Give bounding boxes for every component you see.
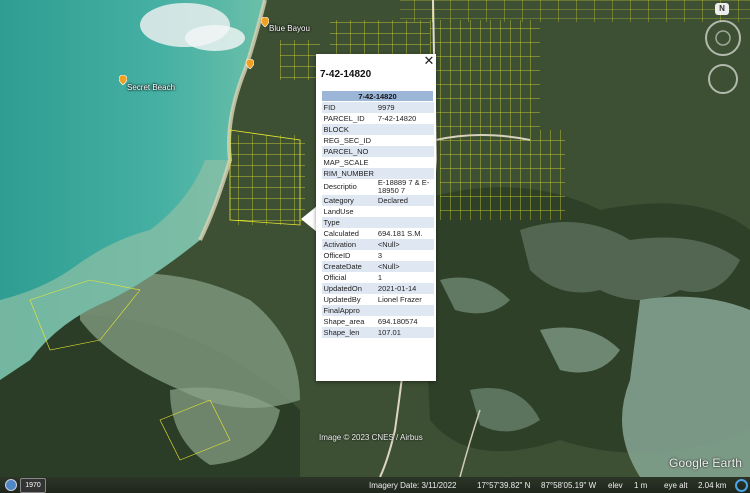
attribute-key: Type [321,217,376,228]
attribute-key: Shape_len [321,327,376,338]
place-marker-icon[interactable] [261,17,269,27]
status-bar: 1970 Imagery Date: 3/11/2022 17°57'39.82… [0,477,750,493]
attribute-row: Activation <Null> [321,239,434,250]
attribute-key: FID [321,101,376,113]
attribute-value [375,217,434,228]
attribute-value: 3 [375,250,434,261]
balloon-title: 7-42-14820 [320,69,372,80]
attribute-row: Calculated 694.181 S.M. [321,228,434,239]
attribute-row: FinalAppro [321,305,434,316]
attribute-key: CreateDate [321,261,376,272]
attribute-value: E-18889 7 & E-18950 7 [375,179,434,195]
attribute-row: Descriptio E-18889 7 & E-18950 7 [321,179,434,195]
attribute-value: 9979 [375,101,434,113]
historical-imagery-button[interactable]: 1970 [20,478,46,493]
attribute-row: FID 9979 [321,101,434,113]
attribute-value: 2021-01-14 [375,283,434,294]
attribute-row: LandUse [321,206,434,217]
clock-icon[interactable] [5,479,17,491]
attribute-row: MAP_SCALE [321,157,434,168]
google-earth-logo: Google Earth [669,456,743,470]
elevation-label: elev [608,481,623,490]
attribute-table-header: 7-42-14820 [321,90,434,102]
balloon-pointer [301,206,317,232]
attribute-table: 7-42-14820 FID 9979 PARCEL_ID 7-42-14820 BLO… [321,90,434,338]
attribute-value [375,124,434,135]
attribute-value: 694.180574 [375,316,434,327]
attribute-value: 1 [375,272,434,283]
parcel-info-balloon: ✕ 7-42-14820 7-42-14820 FID 9979 PARCEL_ID… [316,54,436,381]
attribute-key: RIM_NUMBER [321,168,376,179]
attribute-key: Calculated [321,228,376,239]
attribute-row: UpdatedOn 2021-01-14 [321,283,434,294]
attribute-value: <Null> [375,261,434,272]
place-label[interactable]: Blue Bayou [269,24,310,33]
attribute-key: Shape_area [321,316,376,327]
imagery-date: Imagery Date: 3/11/2022 [369,481,457,490]
attribute-value: <Null> [375,239,434,250]
attribute-key: UpdatedBy [321,294,376,305]
attribute-value: 694.181 S.M. [375,228,434,239]
attribute-key: LandUse [321,206,376,217]
attribute-row: PARCEL_ID 7-42-14820 [321,113,434,124]
eye-altitude-value: 2.04 km [698,481,727,490]
attribute-row: REG_SEC_ID [321,135,434,146]
attribute-key: OfficeID [321,250,376,261]
attribute-row: BLOCK [321,124,434,135]
attribute-value [375,146,434,157]
attribute-value [375,305,434,316]
longitude-readout: 87°58'05.19" W [541,481,597,490]
attribute-key: BLOCK [321,124,376,135]
eye-altitude-label: eye alt [664,481,688,490]
attribute-value: Declared [375,195,434,206]
loading-indicator-icon [735,479,748,492]
attribute-value [375,135,434,146]
attribute-key: Category [321,195,376,206]
attribute-key: Activation [321,239,376,250]
place-label[interactable]: Secret Beach [127,83,175,92]
attribute-row: Category Declared [321,195,434,206]
attribute-key: UpdatedOn [321,283,376,294]
north-up-button[interactable]: N [715,3,729,15]
attribute-key: FinalAppro [321,305,376,316]
attribute-value: 107.01 [375,327,434,338]
latitude-readout: 17°57'39.82" N [477,481,531,490]
attribute-value [375,206,434,217]
attribute-row: PARCEL_NO [321,146,434,157]
attribute-row: OfficeID 3 [321,250,434,261]
attribute-value: Lionel Frazer [375,294,434,305]
close-icon[interactable]: ✕ [422,54,436,68]
elevation-value: 1 m [634,481,648,490]
attribute-row: CreateDate <Null> [321,261,434,272]
attribute-row: UpdatedBy Lionel Frazer [321,294,434,305]
attribute-key: Official [321,272,376,283]
place-marker-icon[interactable] [246,59,254,69]
attribute-row: Official 1 [321,272,434,283]
attribute-key: PARCEL_ID [321,113,376,124]
attribute-key: PARCEL_NO [321,146,376,157]
imagery-copyright: Image © 2023 CNES / Airbus [319,433,423,442]
attribute-key: Descriptio [321,179,376,195]
place-marker-icon[interactable] [119,75,127,85]
attribute-value [375,157,434,168]
attribute-row: Shape_area 694.180574 [321,316,434,327]
attribute-key: MAP_SCALE [321,157,376,168]
attribute-value: 7-42-14820 [375,113,434,124]
attribute-key: REG_SEC_ID [321,135,376,146]
attribute-row: Shape_len 107.01 [321,327,434,338]
attribute-row: Type [321,217,434,228]
